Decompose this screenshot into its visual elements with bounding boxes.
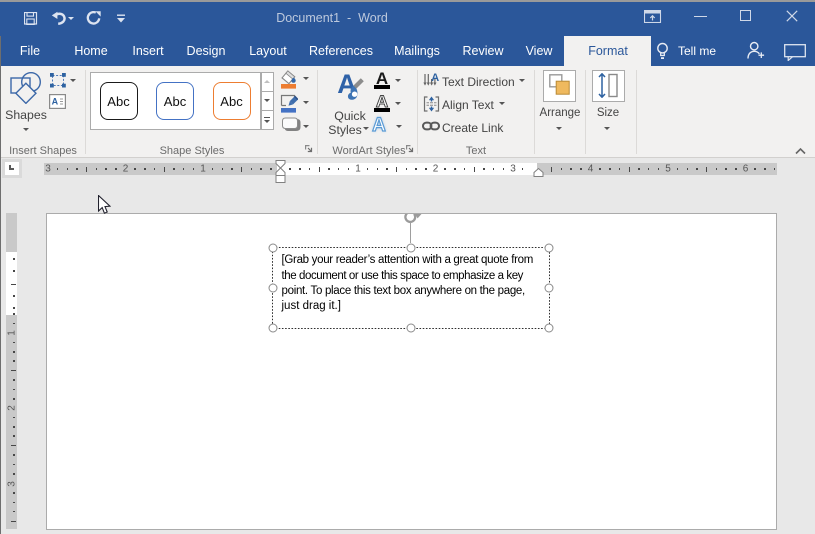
svg-text:A: A (52, 97, 59, 107)
svg-text:A: A (431, 73, 439, 84)
